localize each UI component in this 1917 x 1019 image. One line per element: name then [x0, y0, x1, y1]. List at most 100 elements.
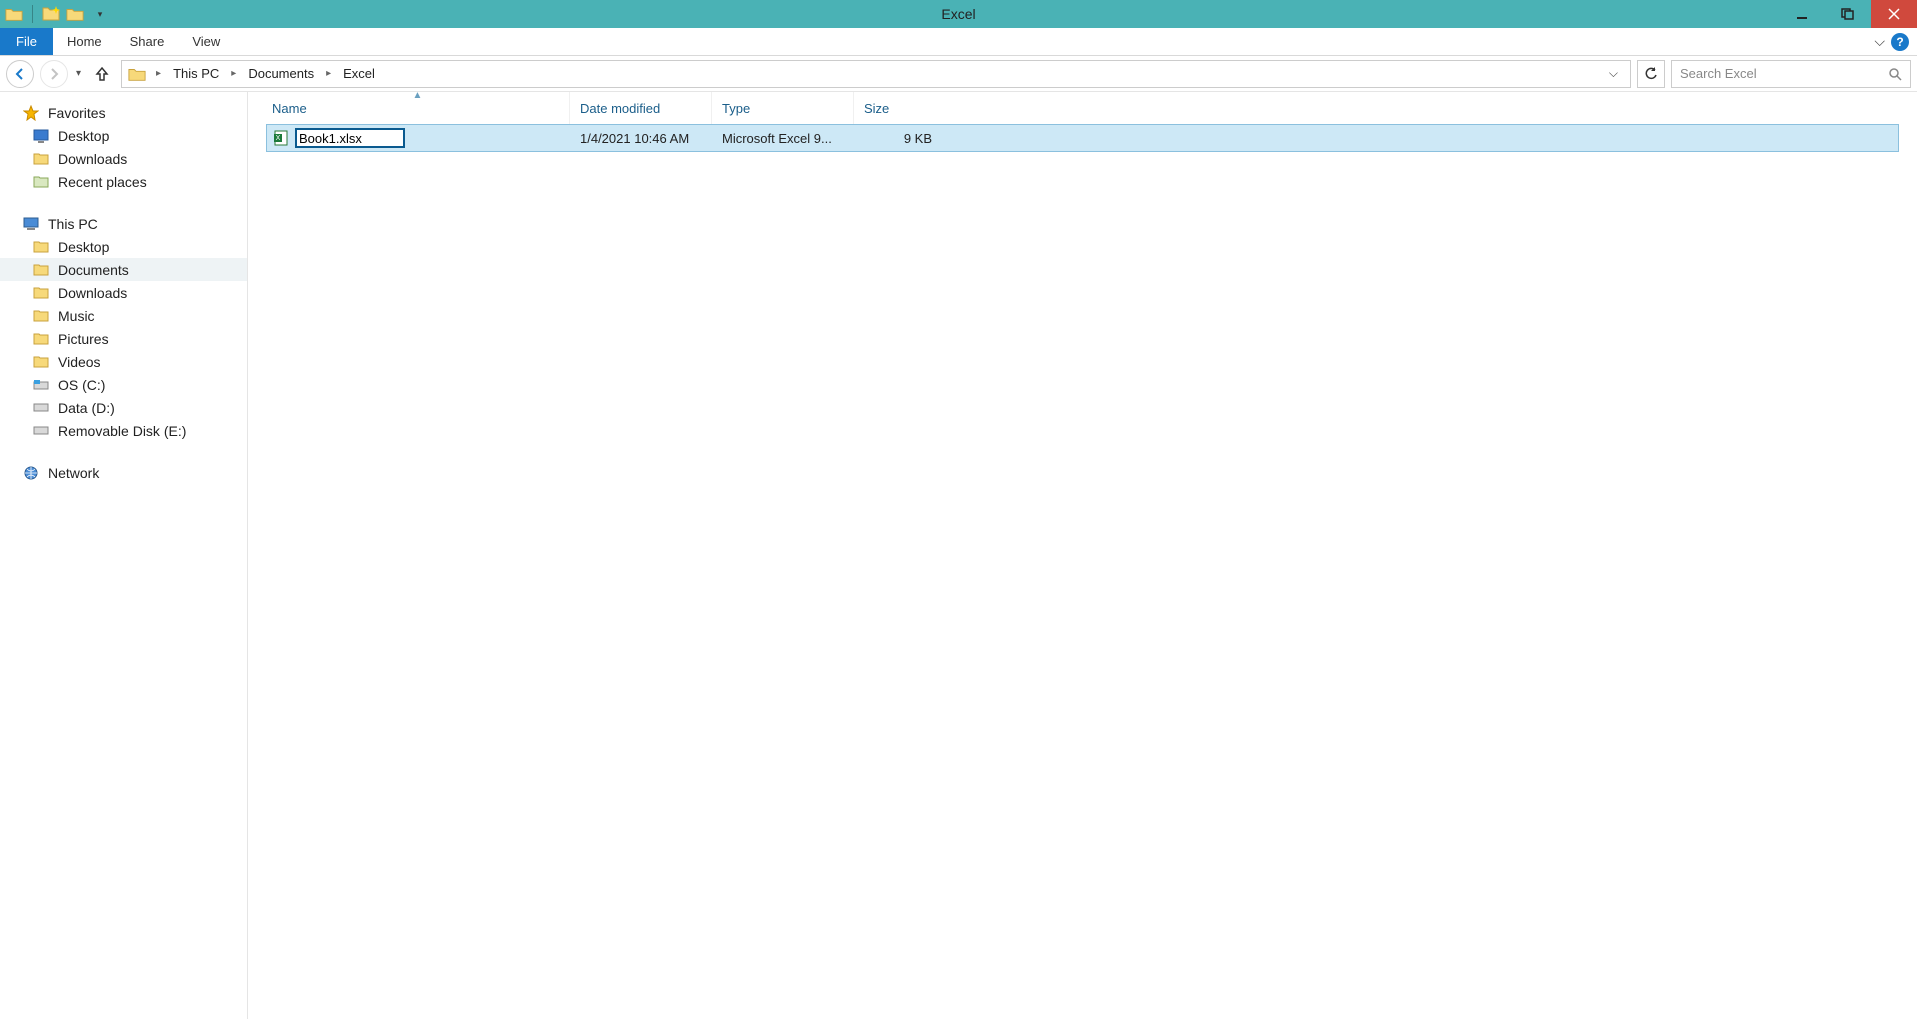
tab-home[interactable]: Home	[53, 28, 116, 55]
up-button[interactable]	[89, 66, 115, 82]
sidebar-item-downloads[interactable]: Downloads	[0, 147, 247, 170]
file-date-cell: 1/4/2021 10:46 AM	[570, 131, 712, 146]
window-controls	[1779, 0, 1917, 28]
sidebar-favorites-header[interactable]: Favorites	[0, 102, 247, 124]
breadcrumb-documents[interactable]: Documents	[246, 66, 316, 81]
file-row[interactable]: X 1/4/2021 10:46 AM Microsoft Excel 9...…	[266, 124, 1899, 152]
file-list-area: Name ▲ Date modified Type Size X	[248, 92, 1917, 1019]
column-headers: Name ▲ Date modified Type Size	[266, 92, 1899, 124]
new-folder-icon[interactable]	[41, 4, 61, 24]
rename-input[interactable]	[299, 131, 401, 146]
sidebar-item-label: Removable Disk (E:)	[58, 423, 186, 439]
address-history-dropdown[interactable]: ⌵	[1609, 66, 1618, 81]
minimize-button[interactable]	[1779, 0, 1825, 28]
ribbon-expand-icon[interactable]: ⌵	[1874, 33, 1885, 50]
breadcrumb-this-pc[interactable]: This PC	[171, 66, 221, 81]
folder-icon[interactable]	[4, 4, 24, 24]
maximize-button[interactable]	[1825, 0, 1871, 28]
desktop-icon	[32, 128, 50, 144]
address-folder-icon	[128, 66, 146, 82]
title-bar: ▾ Excel	[0, 0, 1917, 28]
sidebar-item-label: Desktop	[58, 128, 109, 144]
address-bar[interactable]: ▸ This PC ▸ Documents ▸ Excel ⌵	[121, 60, 1631, 88]
recent-icon	[32, 174, 50, 190]
computer-icon	[22, 216, 40, 232]
ribbon: File Home Share View ⌵ ?	[0, 28, 1917, 56]
sidebar-item-pictures[interactable]: Pictures	[0, 327, 247, 350]
excel-file-icon: X	[273, 130, 289, 146]
forward-button[interactable]	[40, 60, 68, 88]
file-size-cell: 9 KB	[854, 131, 940, 146]
favorites-group: Favorites Desktop Downloads Recent place…	[0, 102, 247, 193]
rename-input-box[interactable]	[295, 128, 405, 148]
column-header-name[interactable]: Name ▲	[266, 92, 570, 124]
window-title: Excel	[0, 6, 1917, 22]
navigation-pane: Favorites Desktop Downloads Recent place…	[0, 92, 248, 1019]
qat-customize-dropdown[interactable]: ▾	[89, 4, 109, 24]
quick-access-toolbar: ▾	[0, 0, 109, 28]
network-group: Network	[0, 462, 247, 484]
column-header-date[interactable]: Date modified	[570, 92, 712, 124]
refresh-button[interactable]	[1637, 60, 1665, 88]
folder-icon	[32, 308, 50, 324]
breadcrumb-separator[interactable]: ▸	[227, 68, 240, 79]
sidebar-item-desktop[interactable]: Desktop	[0, 124, 247, 147]
network-label: Network	[48, 465, 99, 481]
thispc-group: This PC Desktop Documents Downloads Musi…	[0, 213, 247, 442]
folder-icon	[32, 354, 50, 370]
main-area: Favorites Desktop Downloads Recent place…	[0, 92, 1917, 1019]
sidebar-item-label: Downloads	[58, 151, 127, 167]
sidebar-item-videos[interactable]: Videos	[0, 350, 247, 373]
sidebar-item-music[interactable]: Music	[0, 304, 247, 327]
navigation-bar: ▾ ▸ This PC ▸ Documents ▸ Excel ⌵	[0, 56, 1917, 92]
svg-text:X: X	[276, 135, 281, 142]
sidebar-item-label: Pictures	[58, 331, 109, 347]
thispc-label: This PC	[48, 216, 98, 232]
tab-share[interactable]: Share	[116, 28, 179, 55]
sidebar-item-label: Recent places	[58, 174, 147, 190]
folder-icon	[32, 239, 50, 255]
sidebar-thispc-header[interactable]: This PC	[0, 213, 247, 235]
folder-icon	[32, 331, 50, 347]
search-icon[interactable]	[1888, 67, 1902, 81]
column-label: Size	[864, 101, 889, 116]
sidebar-item-os-c[interactable]: OS (C:)	[0, 373, 247, 396]
file-name-cell: X	[267, 128, 570, 148]
history-dropdown[interactable]: ▾	[74, 68, 83, 79]
drive-icon	[32, 400, 50, 416]
tab-view[interactable]: View	[178, 28, 234, 55]
properties-icon[interactable]	[65, 4, 85, 24]
sidebar-network-header[interactable]: Network	[0, 462, 247, 484]
sidebar-item-label: Music	[58, 308, 95, 324]
file-type-cell: Microsoft Excel 9...	[712, 131, 854, 146]
breadcrumb-separator[interactable]: ▸	[322, 68, 335, 79]
star-icon	[22, 105, 40, 121]
folder-icon	[32, 151, 50, 167]
sidebar-item-desktop[interactable]: Desktop	[0, 235, 247, 258]
back-button[interactable]	[6, 60, 34, 88]
help-icon[interactable]: ?	[1891, 33, 1909, 51]
column-label: Type	[722, 101, 750, 116]
sidebar-item-documents[interactable]: Documents	[0, 258, 247, 281]
breadcrumb-separator[interactable]: ▸	[152, 68, 165, 79]
sidebar-item-data-d[interactable]: Data (D:)	[0, 396, 247, 419]
sidebar-item-label: Documents	[58, 262, 129, 278]
folder-icon	[32, 285, 50, 301]
column-header-type[interactable]: Type	[712, 92, 854, 124]
search-box[interactable]	[1671, 60, 1911, 88]
column-label: Name	[272, 101, 307, 116]
column-label: Date modified	[580, 101, 660, 116]
qat-separator	[32, 5, 33, 23]
sidebar-item-downloads[interactable]: Downloads	[0, 281, 247, 304]
sidebar-item-label: OS (C:)	[58, 377, 105, 393]
breadcrumb-excel[interactable]: Excel	[341, 66, 377, 81]
sidebar-item-removable-e[interactable]: Removable Disk (E:)	[0, 419, 247, 442]
search-input[interactable]	[1680, 66, 1860, 81]
network-icon	[22, 465, 40, 481]
sidebar-item-label: Downloads	[58, 285, 127, 301]
close-button[interactable]	[1871, 0, 1917, 28]
file-tab[interactable]: File	[0, 28, 53, 55]
column-header-size[interactable]: Size	[854, 92, 942, 124]
sidebar-item-label: Videos	[58, 354, 101, 370]
sidebar-item-recent-places[interactable]: Recent places	[0, 170, 247, 193]
